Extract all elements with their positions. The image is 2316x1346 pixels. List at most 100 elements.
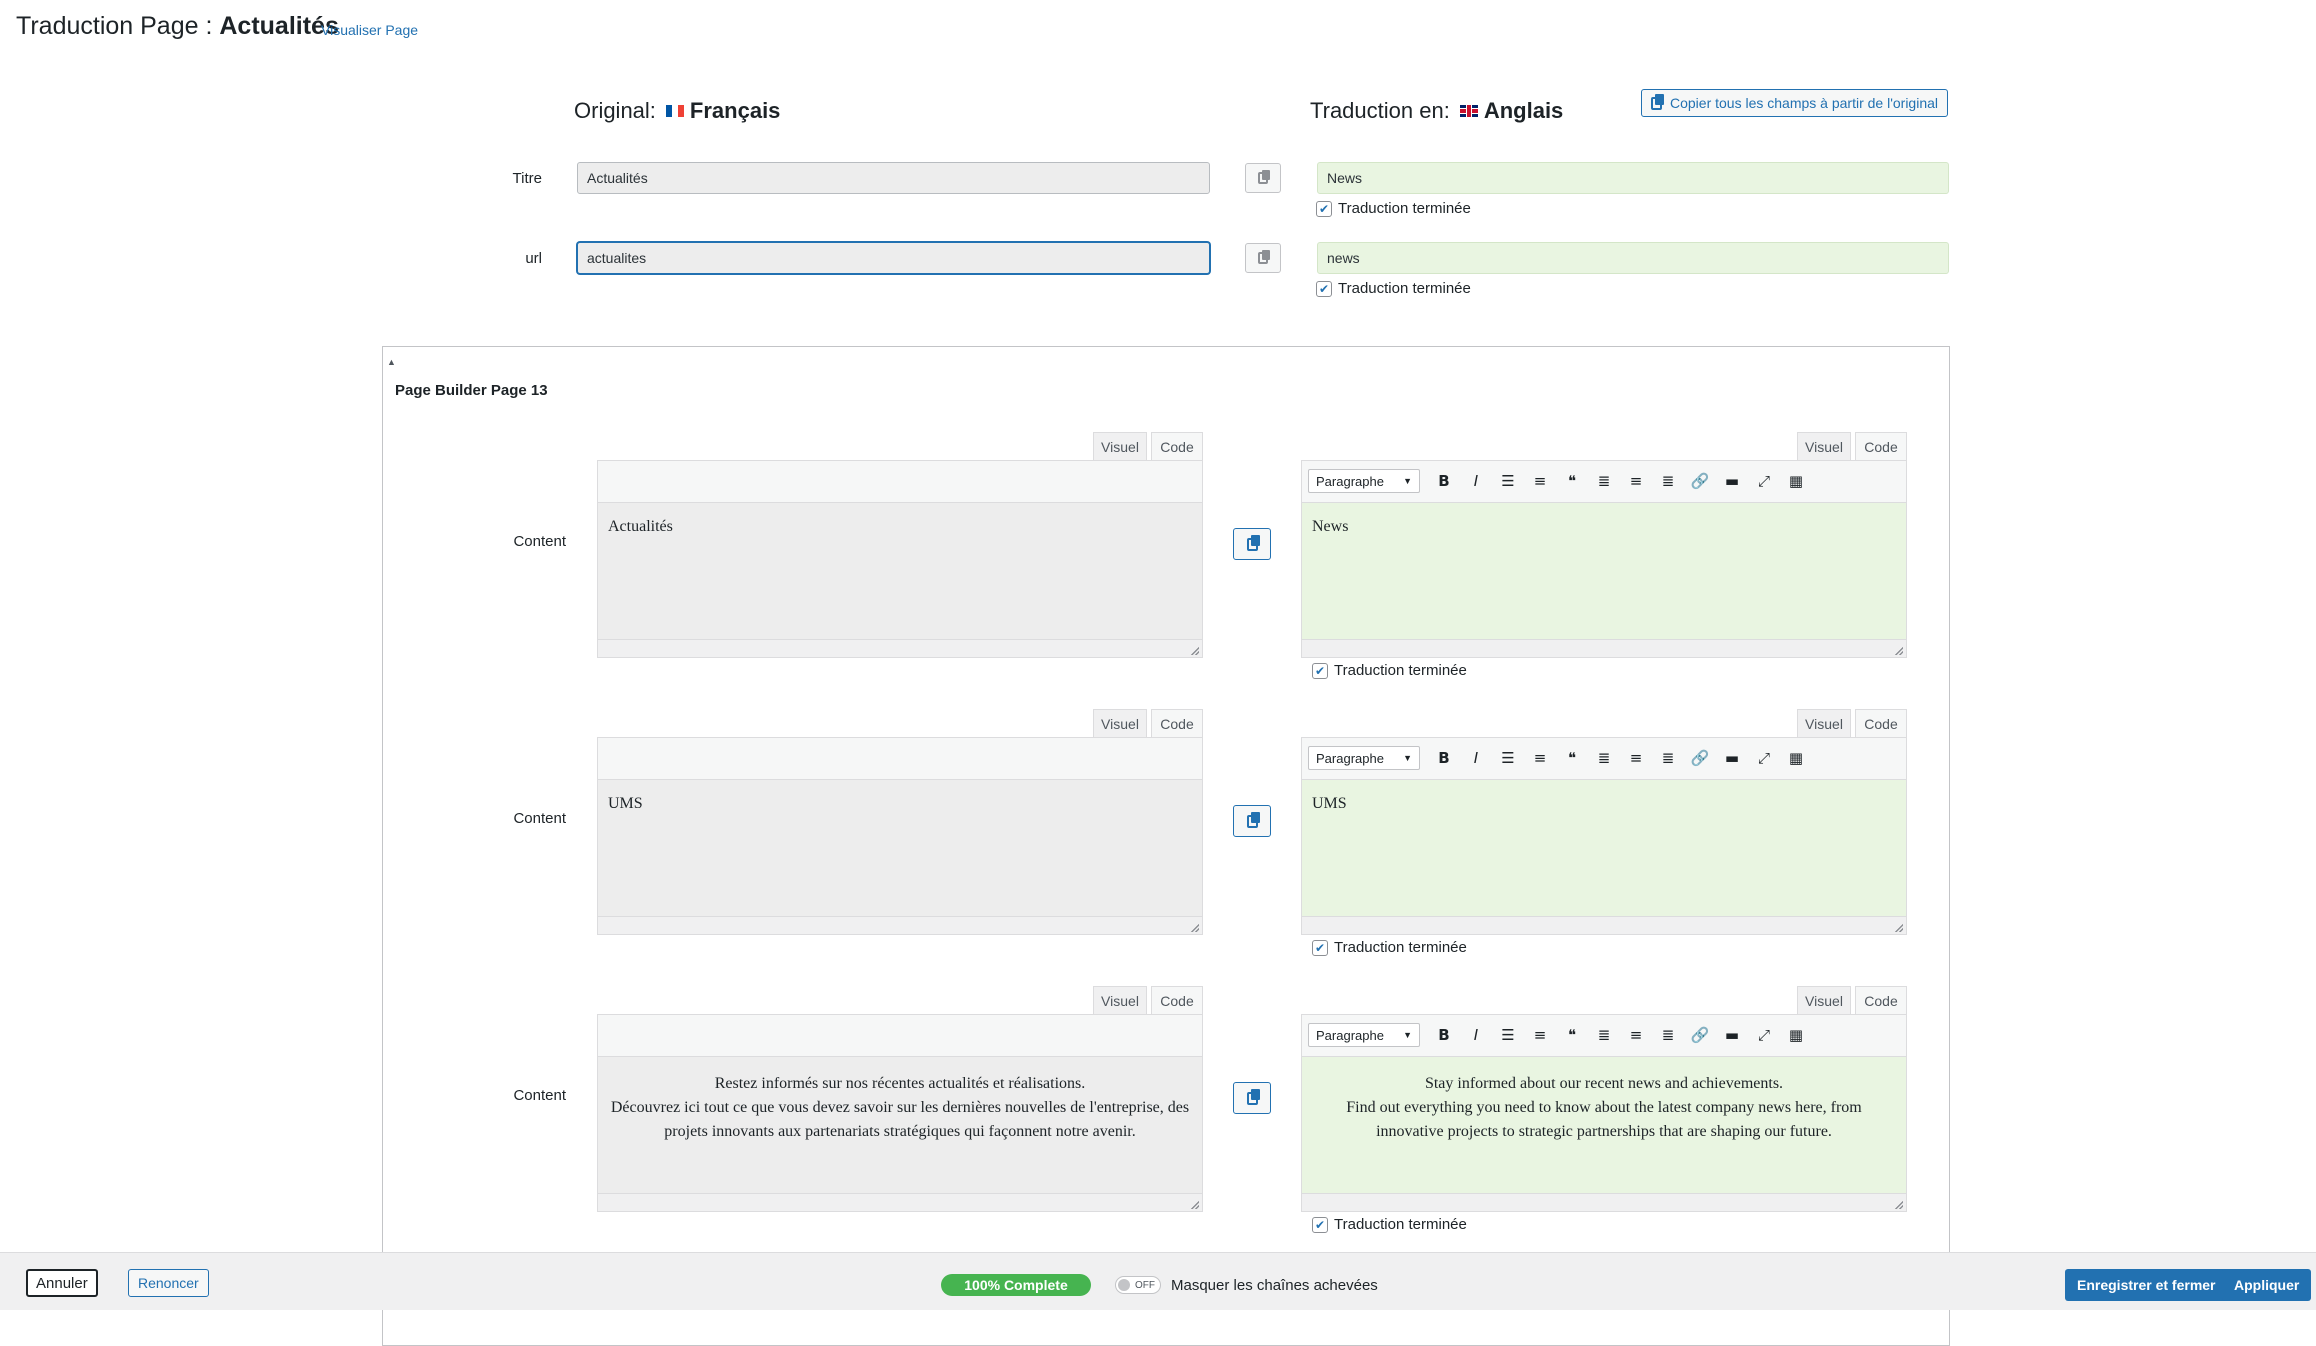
original-tab-code[interactable]: Code (1151, 709, 1203, 737)
format-select[interactable]: Paragraphe ▼ (1308, 1023, 1420, 1047)
resign-button[interactable]: Renoncer (128, 1269, 209, 1297)
uk-flag-icon (1459, 105, 1478, 117)
format-select[interactable]: Paragraphe ▼ (1308, 746, 1420, 770)
align-left-icon[interactable]: ≣ (1588, 746, 1620, 770)
fullscreen-icon[interactable]: ⤢ (1748, 469, 1780, 493)
translation-tab-visual[interactable]: Visuel (1797, 986, 1851, 1014)
copy-title-button[interactable] (1245, 163, 1281, 193)
numbered-list-icon[interactable]: ≡ (1524, 746, 1556, 770)
horizontal-rule-icon[interactable]: ▬ (1716, 1023, 1748, 1047)
translation-tab-code[interactable]: Code (1855, 986, 1907, 1014)
toolbar-toggle-icon[interactable]: ▦ (1780, 469, 1812, 493)
resize-grip-icon[interactable] (1895, 924, 1903, 932)
translation-editor-body[interactable]: News (1302, 503, 1906, 639)
align-center-icon[interactable]: ≡ (1620, 746, 1652, 770)
translation-paragraph: Find out everything you need to know abo… (1346, 1099, 1862, 1140)
bold-icon[interactable]: B (1428, 1023, 1460, 1047)
title-done-checkbox[interactable]: ✔ (1316, 200, 1332, 217)
toolbar-toggle-icon[interactable]: ▦ (1780, 746, 1812, 770)
original-url-input[interactable] (577, 242, 1210, 274)
original-tab-visual[interactable]: Visuel (1093, 432, 1147, 460)
resize-grip-icon[interactable] (1191, 647, 1199, 655)
italic-icon[interactable]: I (1460, 469, 1492, 493)
align-center-icon[interactable]: ≡ (1620, 469, 1652, 493)
format-select-value: Paragraphe (1316, 1027, 1384, 1043)
blockquote-icon[interactable]: ❝ (1556, 469, 1588, 493)
numbered-list-icon[interactable]: ≡ (1524, 1023, 1556, 1047)
align-left-icon[interactable]: ≣ (1588, 1023, 1620, 1047)
copy-content-button[interactable] (1233, 528, 1271, 560)
resize-grip-icon[interactable] (1191, 1201, 1199, 1209)
format-select[interactable]: Paragraphe ▼ (1308, 469, 1420, 493)
blockquote-icon[interactable]: ❝ (1556, 1023, 1588, 1047)
content-label: Content (513, 533, 566, 550)
save-and-close-button[interactable]: Enregistrer et fermer (2065, 1269, 2228, 1301)
original-tab-code[interactable]: Code (1151, 432, 1203, 460)
resize-grip-icon[interactable] (1895, 1201, 1903, 1209)
translation-editor-statusbar (1302, 1193, 1906, 1211)
translation-editor-toolbar: Paragraphe ▼ B I ☰ ≡ ❝ ≣ ≡ ≣ 🔗 ▬ ⤢ ▦ (1302, 738, 1906, 780)
translation-editor-toolbar: Paragraphe ▼ B I ☰ ≡ ❝ ≣ ≡ ≣ 🔗 ▬ ⤢ ▦ (1302, 1015, 1906, 1057)
fullscreen-icon[interactable]: ⤢ (1748, 746, 1780, 770)
bullet-list-icon[interactable]: ☰ (1492, 1023, 1524, 1047)
target-language-name: Anglais (1483, 98, 1564, 123)
horizontal-rule-icon[interactable]: ▬ (1716, 469, 1748, 493)
collapse-toggle-icon[interactable]: ▲ (387, 357, 396, 367)
content-done-checkbox[interactable]: ✔ (1312, 1216, 1328, 1233)
original-tab-visual[interactable]: Visuel (1093, 709, 1147, 737)
italic-icon[interactable]: I (1460, 746, 1492, 770)
copy-icon (1258, 250, 1270, 264)
formatting-toolbar: B I ☰ ≡ ❝ ≣ ≡ ≣ 🔗 ▬ ⤢ ▦ (1428, 746, 1812, 770)
fullscreen-icon[interactable]: ⤢ (1748, 1023, 1780, 1047)
copy-all-fields-button[interactable]: Copier tous les champs à partir de l'ori… (1641, 89, 1948, 117)
link-icon[interactable]: 🔗 (1684, 469, 1716, 493)
copy-content-button[interactable] (1233, 805, 1271, 837)
align-center-icon[interactable]: ≡ (1620, 1023, 1652, 1047)
copy-icon (1246, 811, 1260, 828)
translation-tab-code[interactable]: Code (1855, 709, 1907, 737)
bullet-list-icon[interactable]: ☰ (1492, 469, 1524, 493)
view-page-link[interactable]: Visualiser Page (321, 22, 418, 38)
translation-editor-toolbar: Paragraphe ▼ B I ☰ ≡ ❝ ≣ ≡ ≣ 🔗 ▬ ⤢ ▦ (1302, 461, 1906, 503)
copy-url-button[interactable] (1245, 243, 1281, 273)
horizontal-rule-icon[interactable]: ▬ (1716, 746, 1748, 770)
original-editor-body: Restez informés sur nos récentes actuali… (598, 1057, 1202, 1193)
original-tab-visual[interactable]: Visuel (1093, 986, 1147, 1014)
bullet-list-icon[interactable]: ☰ (1492, 746, 1524, 770)
translation-editor-body[interactable]: Stay informed about our recent news and … (1302, 1057, 1906, 1193)
resize-grip-icon[interactable] (1895, 647, 1903, 655)
translation-editor-body[interactable]: UMS (1302, 780, 1906, 916)
cancel-button[interactable]: Annuler (26, 1269, 98, 1297)
bold-icon[interactable]: B (1428, 469, 1460, 493)
apply-button[interactable]: Appliquer (2222, 1269, 2312, 1301)
blockquote-icon[interactable]: ❝ (1556, 746, 1588, 770)
target-label: Traduction en: (1310, 98, 1450, 123)
url-done-checkbox[interactable]: ✔ (1316, 280, 1332, 297)
translation-editor-statusbar (1302, 639, 1906, 657)
translation-url-input[interactable] (1317, 242, 1949, 274)
original-tab-code[interactable]: Code (1151, 986, 1203, 1014)
content-done-checkbox[interactable]: ✔ (1312, 662, 1328, 679)
align-right-icon[interactable]: ≣ (1652, 1023, 1684, 1047)
original-title-input[interactable] (577, 162, 1210, 194)
resize-grip-icon[interactable] (1191, 924, 1199, 932)
bold-icon[interactable]: B (1428, 746, 1460, 770)
align-right-icon[interactable]: ≣ (1652, 746, 1684, 770)
hide-completed-toggle[interactable]: OFF (1115, 1276, 1161, 1294)
translation-editor: Paragraphe ▼ B I ☰ ≡ ❝ ≣ ≡ ≣ 🔗 ▬ ⤢ ▦ Stay informed a… (1301, 1014, 1907, 1212)
content-done-checkbox[interactable]: ✔ (1312, 939, 1328, 956)
italic-icon[interactable]: I (1460, 1023, 1492, 1047)
align-right-icon[interactable]: ≣ (1652, 469, 1684, 493)
original-paragraph: Actualités (608, 518, 673, 535)
link-icon[interactable]: 🔗 (1684, 746, 1716, 770)
toolbar-toggle-icon[interactable]: ▦ (1780, 1023, 1812, 1047)
align-left-icon[interactable]: ≣ (1588, 469, 1620, 493)
numbered-list-icon[interactable]: ≡ (1524, 469, 1556, 493)
translation-tab-code[interactable]: Code (1855, 432, 1907, 460)
translation-tab-visual[interactable]: Visuel (1797, 432, 1851, 460)
link-icon[interactable]: 🔗 (1684, 1023, 1716, 1047)
translation-title-input[interactable] (1317, 162, 1949, 194)
dropdown-arrow-icon: ▼ (1403, 753, 1412, 763)
copy-content-button[interactable] (1233, 1082, 1271, 1114)
translation-tab-visual[interactable]: Visuel (1797, 709, 1851, 737)
